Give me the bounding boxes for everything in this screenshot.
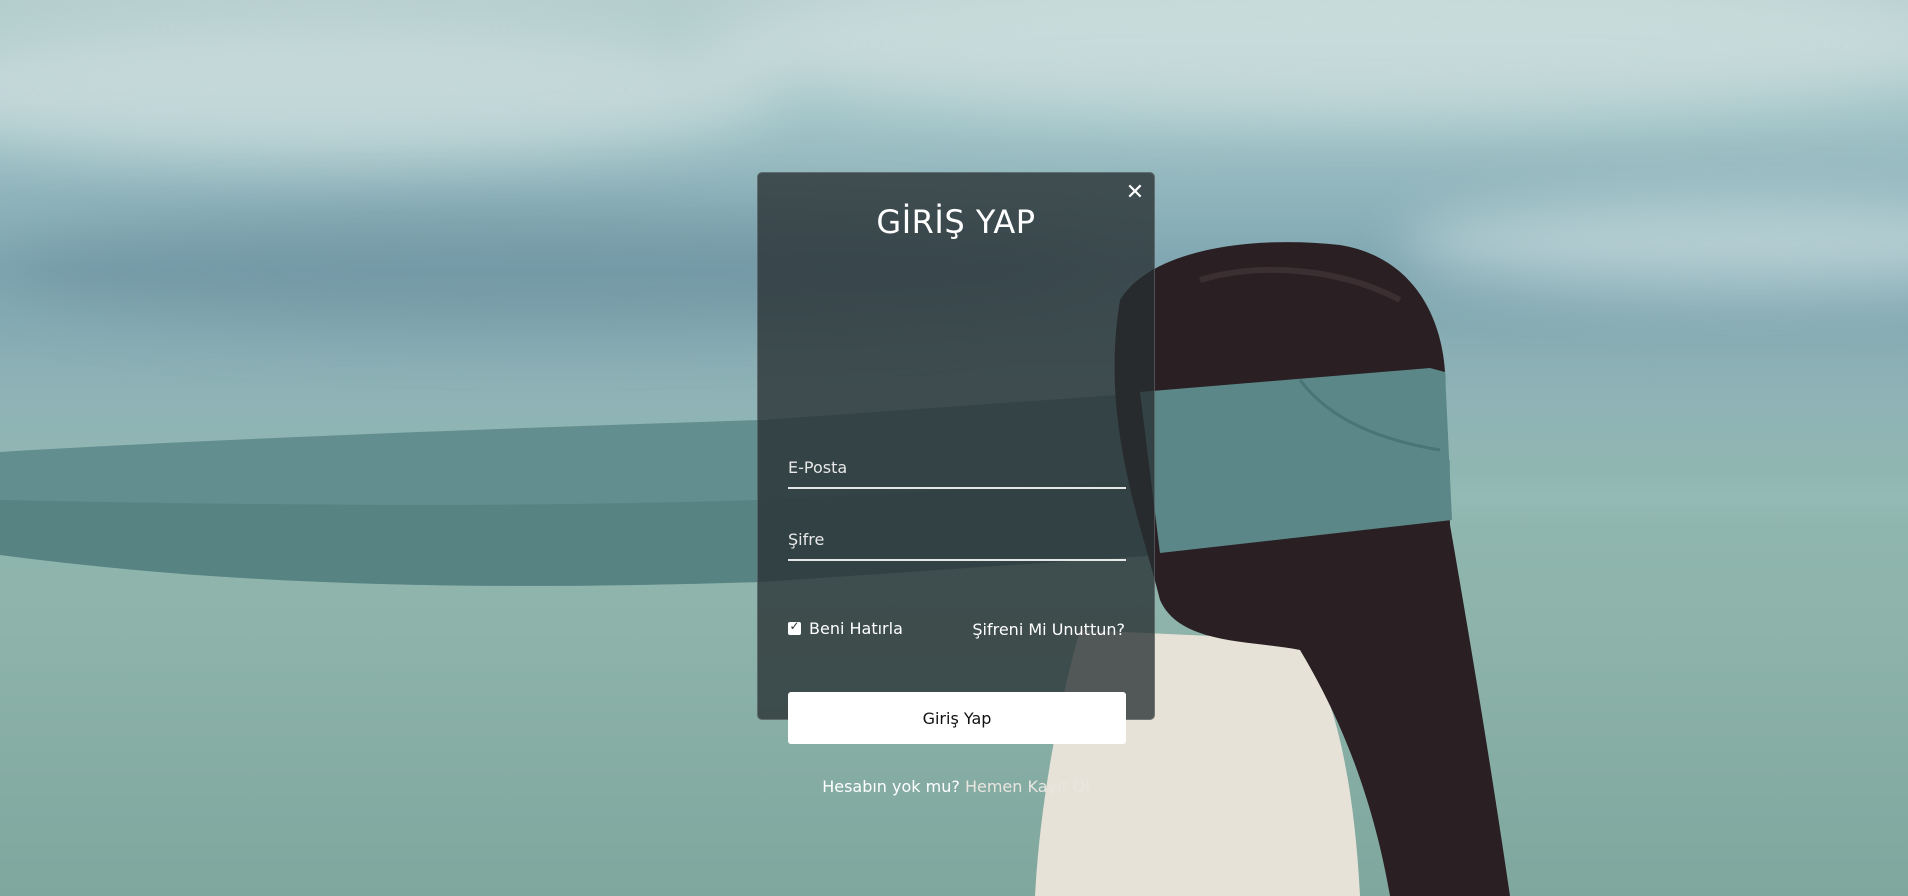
signup-link[interactable]: Hemen Kayıt Ol	[965, 777, 1090, 796]
remember-label[interactable]: Beni Hatırla	[809, 619, 903, 638]
blindfold-band	[1140, 368, 1452, 553]
remember-checkbox[interactable]: ✓	[788, 619, 801, 635]
login-button[interactable]: Giriş Yap	[788, 692, 1126, 744]
check-icon: ✓	[789, 619, 800, 633]
background-photo: ✕ GİRİŞ YAP ✓ Beni Hatırla Şifreni Mi Un…	[0, 0, 1908, 896]
login-modal: ✕ GİRİŞ YAP ✓ Beni Hatırla Şifreni Mi Un…	[757, 172, 1155, 796]
remember-me-option[interactable]: ✓ Beni Hatırla	[788, 619, 903, 638]
email-field[interactable]	[788, 453, 1126, 489]
modal-title: GİRİŞ YAP	[876, 203, 1036, 241]
signup-prompt: Hesabın yok mu? Hemen Kayıt Ol	[758, 777, 1154, 796]
close-icon[interactable]: ✕	[1124, 182, 1146, 204]
signup-prompt-text: Hesabın yok mu?	[822, 777, 960, 796]
forgot-password-link[interactable]: Şifreni Mi Unuttun?	[972, 620, 1125, 639]
password-field[interactable]	[788, 525, 1126, 561]
